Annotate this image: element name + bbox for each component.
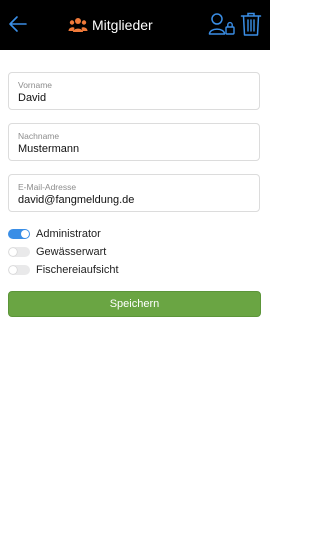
app-header: Mitglieder [0, 0, 270, 50]
gewaesserwart-label: Gewässerwart [36, 246, 107, 258]
email-input[interactable] [18, 193, 248, 207]
gewaesserwart-switch[interactable] [8, 247, 30, 257]
administrator-switch[interactable] [8, 229, 30, 239]
user-lock-icon[interactable] [208, 12, 236, 36]
users-icon [68, 18, 88, 32]
last-name-field[interactable]: Nachname [8, 123, 260, 161]
email-field[interactable]: E-Mail-Adresse [8, 174, 260, 212]
toggle-fischereiaufsicht[interactable]: Fischereiaufsicht [8, 262, 119, 278]
last-name-input[interactable] [18, 142, 248, 156]
administrator-label: Administrator [36, 228, 101, 240]
page-title: Mitglieder [68, 14, 153, 36]
first-name-field[interactable]: Vorname [8, 72, 260, 110]
trash-icon[interactable] [240, 11, 262, 37]
toggle-administrator[interactable]: Administrator [8, 226, 101, 242]
toggle-gewaesserwart[interactable]: Gewässerwart [8, 244, 106, 260]
page-title-text: Mitglieder [92, 17, 153, 33]
last-name-label: Nachname [18, 131, 60, 141]
save-button[interactable]: Speichern [8, 291, 261, 317]
first-name-input[interactable] [18, 91, 248, 105]
arrow-left-icon[interactable] [6, 12, 30, 36]
fischereiaufsicht-label: Fischereiaufsicht [36, 264, 119, 276]
email-label: E-Mail-Adresse [18, 182, 77, 192]
fischereiaufsicht-switch[interactable] [8, 265, 30, 275]
first-name-label: Vorname [18, 80, 53, 90]
